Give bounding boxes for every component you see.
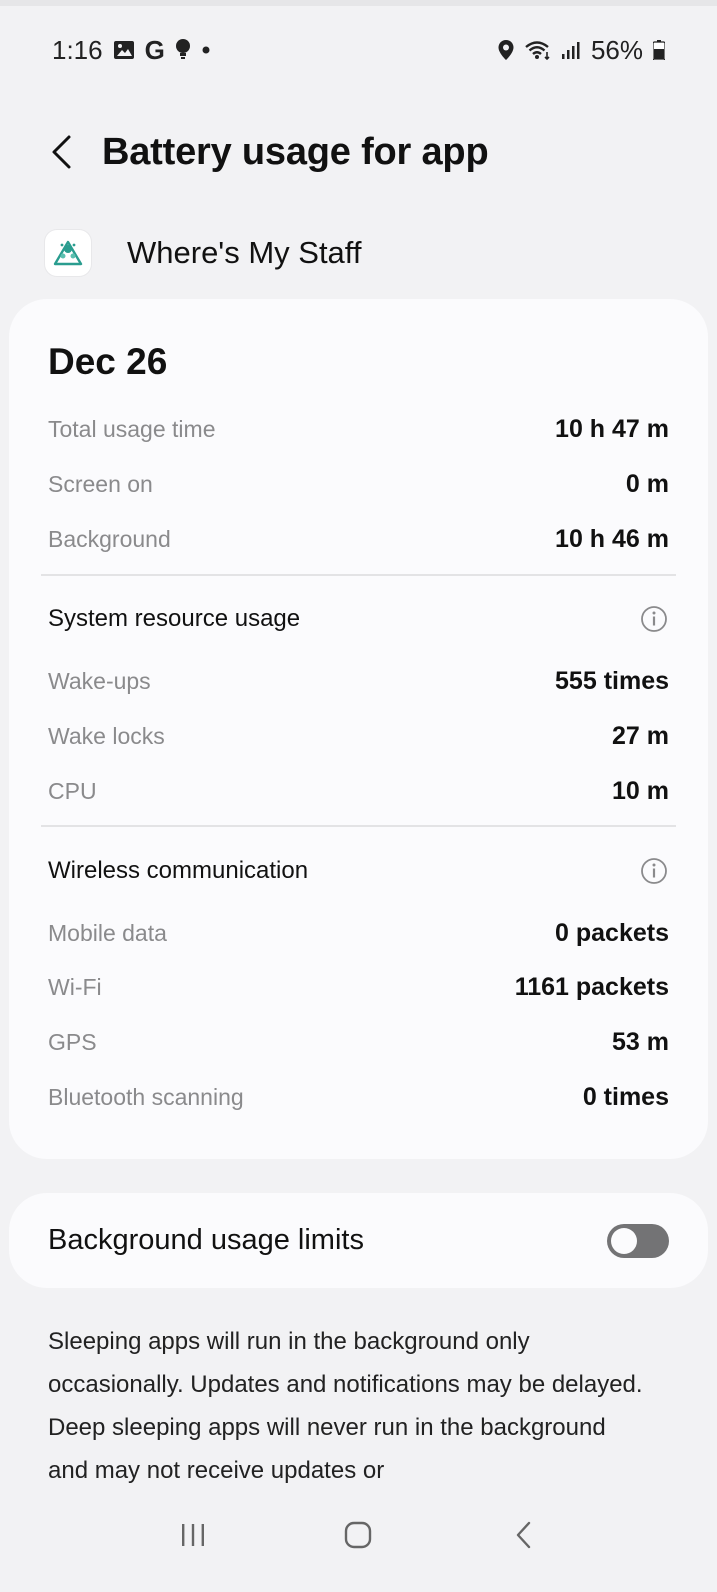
row-value: 53 m — [612, 1027, 669, 1056]
info-icon[interactable] — [639, 856, 669, 886]
recent-apps-icon[interactable] — [168, 1510, 218, 1560]
wireless-header: Wireless communication — [48, 851, 669, 891]
background-limits-toggle[interactable] — [607, 1223, 669, 1258]
row-label: Wake locks — [48, 722, 165, 749]
location-icon — [497, 39, 515, 61]
row-value: 10 h 46 m — [555, 524, 669, 553]
row-value: 0 packets — [555, 918, 669, 947]
description-text: Sleeping apps will run in the background… — [48, 1328, 643, 1484]
usage-row-wifi: Wi-Fi 1161 packets — [48, 967, 669, 1007]
status-left: 1:16 G — [52, 35, 211, 66]
row-value: 10 m — [612, 776, 669, 805]
app-bar: Battery usage for app — [40, 122, 677, 182]
row-label: Screen on — [48, 470, 153, 497]
usage-row-cpu: CPU 10 m — [48, 771, 669, 811]
back-arrow-icon[interactable] — [40, 130, 84, 174]
row-value: 10 h 47 m — [555, 414, 669, 443]
row-value: 1161 packets — [514, 972, 669, 1001]
toggle-knob — [611, 1227, 637, 1254]
section-title: System resource usage — [48, 605, 301, 632]
background-limits-row[interactable]: Background usage limits — [9, 1193, 708, 1288]
divider — [41, 825, 676, 827]
background-limits-label: Background usage limits — [48, 1224, 364, 1256]
row-label: CPU — [48, 777, 97, 804]
usage-row-bluetooth: Bluetooth scanning 0 times — [48, 1077, 669, 1117]
usage-row-screen-on: Screen on 0 m — [48, 464, 669, 504]
row-label: GPS — [48, 1028, 97, 1055]
app-name: Where's My Staff — [127, 235, 362, 270]
row-value: 0 times — [582, 1082, 669, 1111]
usage-row-gps: GPS 53 m — [48, 1022, 669, 1062]
page-title: Battery usage for app — [102, 130, 489, 173]
row-value: 27 m — [612, 721, 669, 750]
home-icon[interactable] — [333, 1510, 383, 1560]
system-resource-header: System resource usage — [48, 599, 669, 639]
navigation-bar — [0, 1505, 717, 1565]
usage-card: Dec 26 Total usage time 10 h 47 m Screen… — [9, 299, 708, 1159]
row-value: 0 m — [625, 469, 669, 498]
battery-percent: 56% — [590, 34, 643, 65]
google-icon: G — [144, 34, 165, 65]
app-info-row: Where's My Staff — [45, 225, 677, 281]
status-time: 1:16 — [52, 34, 103, 65]
row-label: Total usage time — [48, 415, 216, 442]
usage-date: Dec 26 — [48, 341, 168, 382]
section-title: Wireless communication — [48, 857, 309, 884]
row-label: Wake-ups — [48, 667, 151, 694]
row-label: Bluetooth scanning — [48, 1083, 244, 1110]
usage-row-wakelocks: Wake locks 27 m — [48, 716, 669, 756]
status-bar: 1:16 G 56% — [52, 30, 665, 70]
back-icon[interactable] — [499, 1510, 549, 1560]
signal-icon — [561, 40, 581, 60]
usage-row-wakeups: Wake-ups 555 times — [48, 661, 669, 701]
top-edge — [0, 0, 717, 6]
row-label: Wi-Fi — [48, 973, 102, 1000]
status-right: 56% — [497, 35, 665, 66]
gallery-icon — [113, 40, 135, 60]
row-label: Background — [48, 525, 171, 552]
row-value: 555 times — [555, 666, 669, 695]
usage-row-total: Total usage time 10 h 47 m — [48, 409, 669, 449]
battery-icon — [653, 40, 665, 60]
divider — [41, 574, 676, 576]
usage-row-mobile-data: Mobile data 0 packets — [48, 913, 669, 953]
wifi-icon — [525, 40, 551, 60]
row-label: Mobile data — [48, 919, 167, 946]
bulb-icon — [175, 39, 191, 61]
dot-icon — [201, 45, 211, 55]
usage-row-background: Background 10 h 46 m — [48, 519, 669, 559]
info-icon[interactable] — [639, 604, 669, 634]
app-icon — [45, 230, 91, 276]
